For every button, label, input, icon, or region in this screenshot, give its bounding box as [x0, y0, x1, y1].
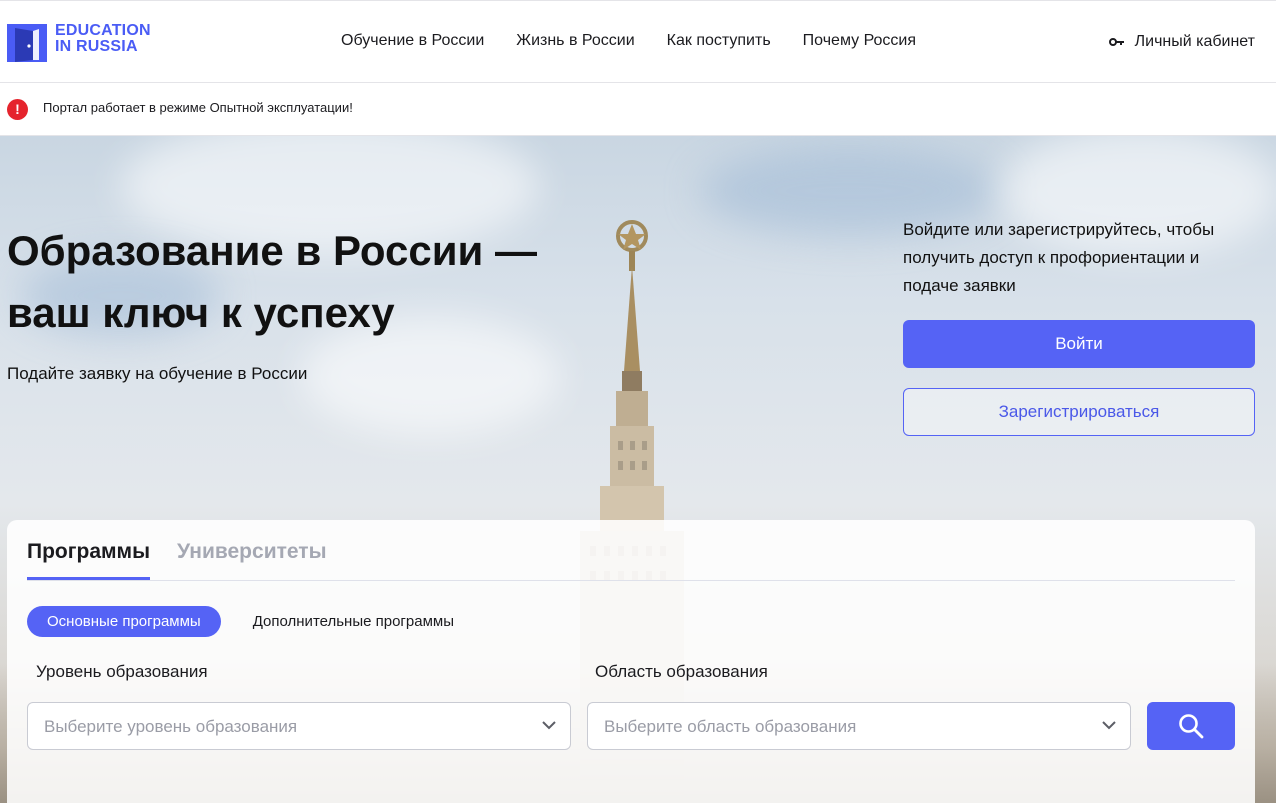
logo[interactable]: EDUCATION IN RUSSIA [7, 22, 151, 62]
personal-account-link[interactable]: Личный кабинет [1108, 33, 1255, 51]
chevron-down-icon [1102, 721, 1116, 730]
tab-programs[interactable]: Программы [27, 540, 151, 580]
main-programs-pill[interactable]: Основные программы [27, 606, 221, 637]
personal-account-label: Личный кабинет [1134, 33, 1255, 50]
site-header: EDUCATION IN RUSSIA Обучение в России Жи… [0, 0, 1276, 83]
education-area-label: Область образования [595, 662, 768, 681]
login-prompt: Войдите или зарегистрируйтесь, чтобы пол… [903, 220, 1215, 295]
education-area-select[interactable]: Выберите область образования [587, 702, 1131, 750]
nav-life-in-russia[interactable]: Жизнь в России [516, 32, 634, 50]
hero-title: Образование в России — ваш ключ к успеху [7, 220, 537, 344]
hero-subtitle: Подайте заявку на обучение в России [7, 364, 308, 383]
chevron-down-icon [542, 721, 556, 730]
additional-programs-pill[interactable]: Дополнительные программы [233, 606, 474, 637]
tab-universities[interactable]: Университеты [177, 540, 327, 580]
program-type-switch: Основные программы Дополнительные програ… [27, 606, 474, 637]
key-icon [1108, 38, 1124, 46]
education-level-label: Уровень образования [36, 662, 208, 681]
beta-notice-text: Портал работает в режиме Опытной эксплуа… [43, 100, 353, 115]
main-nav: Обучение в России Жизнь в России Как пос… [341, 32, 948, 50]
search-icon [1179, 714, 1204, 739]
register-button[interactable]: Зарегистрироваться [903, 388, 1255, 436]
door-logo-icon [7, 22, 47, 62]
hero-title-line-1: Образование в России — [7, 227, 538, 274]
search-tabs: Программы Университеты [27, 540, 1235, 581]
logo-line-1: EDUCATION [55, 22, 151, 39]
login-button[interactable]: Войти [903, 320, 1255, 368]
education-area-placeholder: Выберите область образования [604, 717, 857, 736]
nav-why-russia[interactable]: Почему Россия [803, 32, 916, 50]
education-level-placeholder: Выберите уровень образования [44, 717, 298, 736]
hero-title-line-2: ваш ключ к успеху [7, 289, 395, 336]
search-button[interactable] [1147, 702, 1235, 750]
search-panel: Программы Университеты Основные программ… [7, 520, 1255, 803]
education-level-select[interactable]: Выберите уровень образования [27, 702, 571, 750]
logo-text: EDUCATION IN RUSSIA [55, 23, 151, 55]
alert-icon: ! [7, 99, 28, 120]
nav-how-to-apply[interactable]: Как поступить [667, 32, 771, 50]
beta-notice-bar: ! Портал работает в режиме Опытной экспл… [0, 83, 1276, 136]
logo-line-2: IN RUSSIA [55, 38, 138, 55]
login-box: Войдите или зарегистрируйтесь, чтобы пол… [903, 216, 1255, 436]
nav-study-in-russia[interactable]: Обучение в России [341, 32, 484, 50]
